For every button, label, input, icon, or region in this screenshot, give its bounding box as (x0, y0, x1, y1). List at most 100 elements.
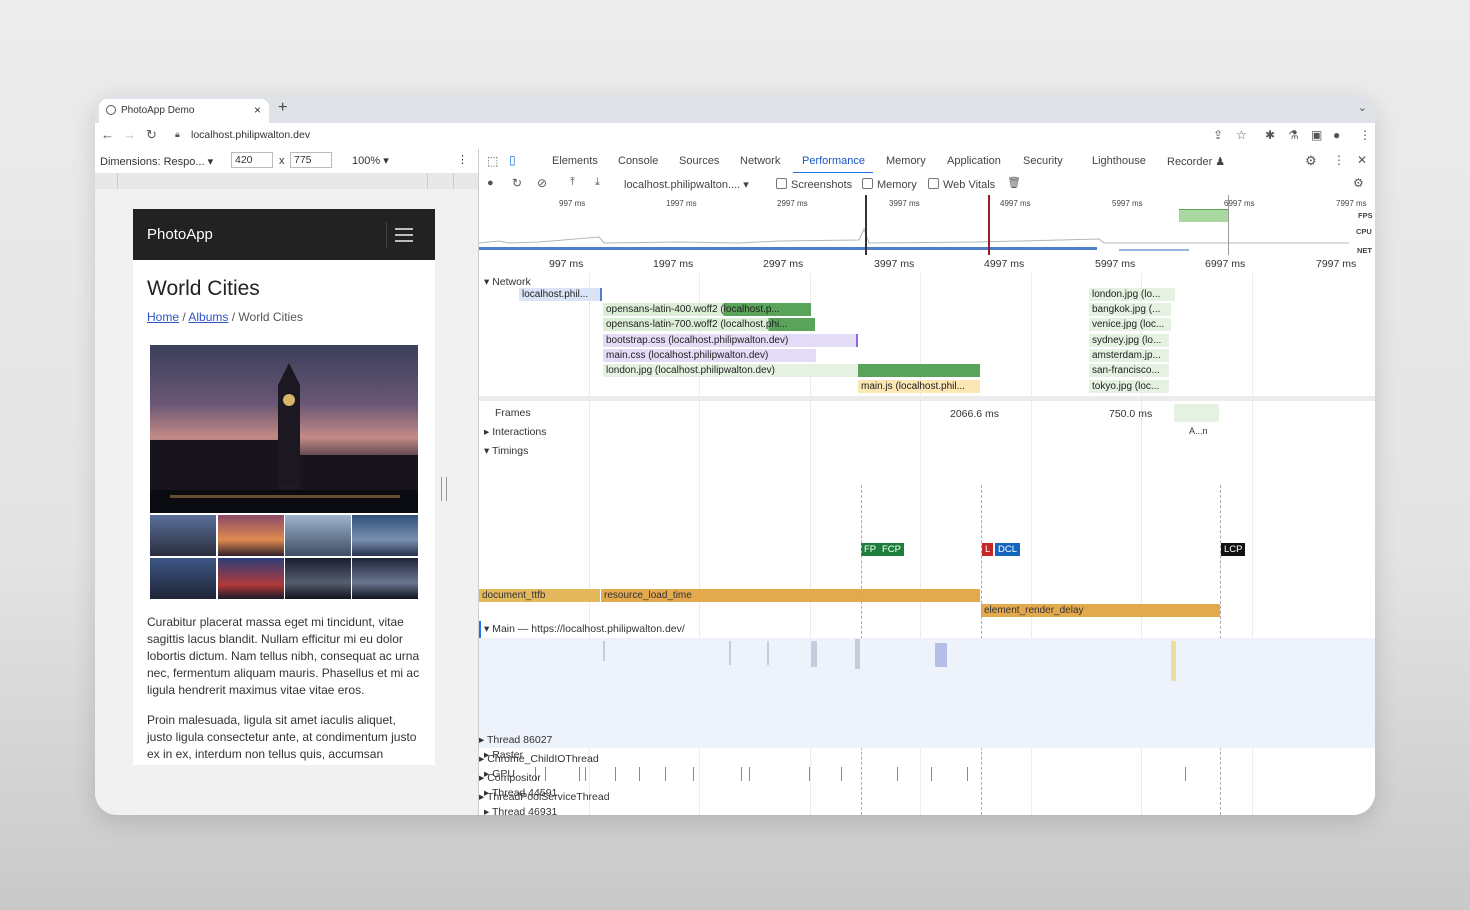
thread-track-toggle[interactable]: ▸ Compositor (479, 769, 610, 788)
task-block[interactable] (811, 641, 817, 667)
profile-select[interactable]: localhost.philipwalton.... ▾ (624, 178, 749, 191)
selection-handle-left[interactable] (865, 195, 867, 255)
tab-performance[interactable]: Performance (802, 155, 865, 167)
main-thread-lane[interactable] (479, 638, 1375, 748)
fp-marker[interactable]: FP (861, 543, 880, 556)
network-request-download[interactable] (858, 364, 980, 377)
network-request[interactable]: bootstrap.css (localhost.philipwalton.de… (603, 334, 858, 347)
phase-bar[interactable]: element_render_delay (981, 604, 1220, 617)
tab-elements[interactable]: Elements (552, 155, 598, 167)
memory-checkbox[interactable]: Memory (862, 178, 917, 191)
width-input[interactable]: 420 (231, 152, 273, 168)
network-request[interactable]: main.js (localhost.phil... (858, 380, 980, 393)
address-bar[interactable]: localhost.philipwalton.dev (191, 129, 310, 141)
main-thread-toggle[interactable]: ▾ Main — https://localhost.philipwalton.… (484, 623, 685, 635)
network-request[interactable]: opensans-latin-400.woff2 (localhost.p... (603, 303, 811, 316)
phase-bar[interactable]: resource_load_time (601, 589, 980, 602)
task-block[interactable] (729, 641, 731, 665)
device-more-icon[interactable]: ⋮ (457, 153, 468, 166)
network-request[interactable]: sydney.jpg (lo... (1089, 334, 1169, 347)
tab-network[interactable]: Network (740, 155, 780, 167)
task-block[interactable] (855, 639, 860, 669)
dcl-marker[interactable]: DCL (995, 543, 1021, 556)
capture-settings-icon[interactable]: ⚙ (1353, 176, 1364, 190)
close-devtools-icon[interactable]: ✕ (1357, 153, 1367, 167)
device-toggle-icon[interactable]: ▯ (509, 153, 516, 167)
network-request[interactable]: tokyo.jpg (loc... (1089, 380, 1169, 393)
lock-icon[interactable]: 🔒︎ (175, 129, 180, 140)
interaction-item[interactable]: A...n (1189, 426, 1208, 436)
thread-track-toggle[interactable]: ▸ ThreadPoolServiceThread (479, 788, 610, 807)
tab-search-icon[interactable]: ⌄ (1358, 101, 1367, 114)
task-block[interactable] (1171, 641, 1176, 681)
network-request[interactable]: london.jpg (localhost.philipwalton.dev) (603, 364, 858, 377)
resize-handle-right[interactable] (441, 477, 447, 501)
task-block[interactable] (767, 641, 769, 665)
tab-recorder[interactable]: Recorder ♟ (1167, 155, 1225, 168)
tab-lighthouse[interactable]: Lighthouse (1092, 155, 1146, 167)
network-request[interactable]: opensans-latin-700.woff2 (localhost.phi.… (603, 318, 815, 331)
network-request[interactable]: san-francisco... (1089, 364, 1169, 377)
network-request[interactable]: main.css (localhost.philipwalton.dev) (603, 349, 816, 362)
timeline-overview[interactable]: 997 ms 1997 ms 2997 ms 3997 ms 4997 ms 5… (479, 195, 1375, 256)
inspect-element-icon[interactable]: ⬚ (487, 154, 498, 168)
browser-menu-icon[interactable]: ⋮ (1359, 128, 1371, 142)
frames-track[interactable]: Frames (495, 407, 531, 419)
lab-icon[interactable]: ⚗ (1288, 128, 1299, 142)
timings-track-toggle[interactable]: ▾ Timings (484, 445, 528, 457)
thumbnail[interactable] (218, 558, 284, 599)
thread-track-toggle[interactable]: ▸ Thread 86027 (479, 731, 610, 750)
network-request[interactable]: venice.jpg (loc... (1089, 318, 1171, 331)
tab-security[interactable]: Security (1023, 155, 1063, 167)
selection-handle-right[interactable] (988, 195, 990, 255)
web-vitals-checkbox[interactable]: Web Vitals (928, 178, 995, 191)
main-photo[interactable] (150, 345, 418, 513)
new-tab-button[interactable]: + (278, 99, 287, 117)
network-request[interactable]: bangkok.jpg (... (1089, 303, 1171, 316)
interactions-track-toggle[interactable]: ▸ Interactions (484, 426, 546, 438)
flame-chart[interactable]: ▾ Network localhost.phil... opensans-lat… (479, 273, 1375, 815)
network-track-toggle[interactable]: ▾ Network (484, 276, 531, 288)
clear-icon[interactable]: ⊘ (537, 176, 547, 190)
phase-bar[interactable]: document_ttfb (479, 589, 600, 602)
profile-avatar[interactable]: ● (1333, 128, 1340, 142)
devtools-more-icon[interactable]: ⋮ (1333, 153, 1345, 167)
tab-console[interactable]: Console (618, 155, 658, 167)
thread-track-toggle[interactable]: ▸ Chrome_ChildIOThread (479, 750, 610, 769)
reload-icon[interactable]: ↻ (146, 127, 157, 143)
thumbnail[interactable] (285, 558, 351, 599)
breadcrumb-home[interactable]: Home (147, 310, 179, 324)
thumbnail[interactable] (352, 515, 418, 556)
thumbnail[interactable] (150, 515, 216, 556)
thumbnail[interactable] (150, 558, 216, 599)
fcp-marker[interactable]: FCP (879, 543, 904, 556)
close-tab-icon[interactable]: × (254, 103, 261, 117)
network-request[interactable]: london.jpg (lo... (1089, 288, 1175, 301)
screenshots-checkbox[interactable]: Screenshots (776, 178, 852, 191)
frame-block[interactable] (1174, 404, 1219, 422)
frame-duration[interactable]: 2066.6 ms (950, 408, 999, 420)
task-block[interactable] (935, 643, 947, 667)
browser-tab[interactable]: PhotoApp Demo × (99, 99, 269, 123)
site-brand[interactable]: PhotoApp (147, 226, 213, 243)
tab-application[interactable]: Application (947, 155, 1001, 167)
dimensions-select[interactable]: Dimensions: Respo... ▾ (100, 155, 213, 168)
upload-icon[interactable]: ⤒ (570, 176, 575, 189)
share-icon[interactable]: ⇪ (1213, 128, 1223, 142)
frame-duration[interactable]: 750.0 ms (1109, 408, 1152, 420)
breadcrumb-albums[interactable]: Albums (188, 310, 228, 324)
tab-memory[interactable]: Memory (886, 155, 926, 167)
record-icon[interactable]: ● (487, 177, 494, 189)
forward-icon[interactable]: → (123, 127, 136, 142)
back-icon[interactable]: ← (101, 127, 114, 142)
track-divider[interactable] (479, 396, 1375, 401)
network-request[interactable]: amsterdam.jp... (1089, 349, 1169, 362)
tab-sources[interactable]: Sources (679, 155, 719, 167)
thumbnail[interactable] (285, 515, 351, 556)
height-input[interactable]: 775 (290, 152, 332, 168)
settings-gear-icon[interactable]: ⚙ (1305, 153, 1317, 169)
thumbnail[interactable] (218, 515, 284, 556)
network-request[interactable]: localhost.phil... (519, 288, 602, 301)
download-icon[interactable]: ⤓ (595, 176, 600, 189)
trash-icon[interactable]: 🗑︎ (1007, 176, 1021, 189)
